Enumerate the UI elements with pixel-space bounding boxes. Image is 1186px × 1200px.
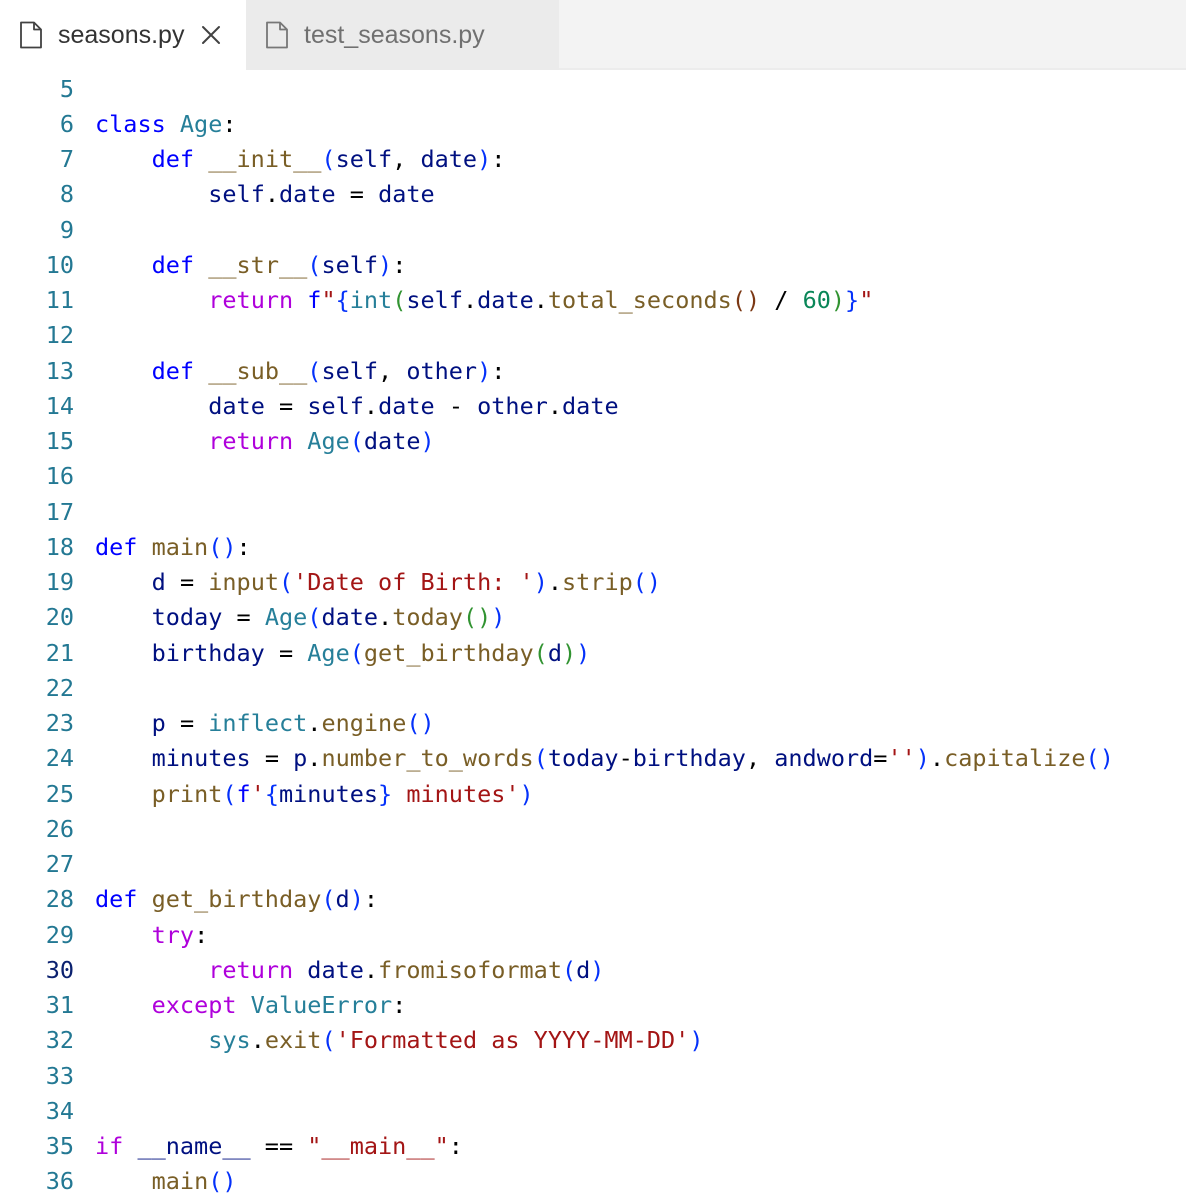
code-line[interactable]: 21 birthday = Age(get_birthday(d)) xyxy=(0,635,1186,670)
line-number: 19 xyxy=(45,568,74,597)
code-line[interactable]: 35 if __name__ == "__main__": xyxy=(0,1129,1186,1164)
line-number: 14 xyxy=(45,391,74,420)
code-line[interactable]: 19 d = input('Date of Birth: ').strip() xyxy=(0,565,1186,600)
code-text: p = inflect.engine() xyxy=(151,709,435,738)
code-text: def __str__(self): xyxy=(151,250,407,279)
code-text: try: xyxy=(151,920,209,949)
tab-test-seasons-py[interactable]: test_seasons.py xyxy=(246,0,559,70)
close-icon[interactable] xyxy=(200,24,222,46)
code-text: def get_birthday(d): xyxy=(95,885,379,914)
line-number: 27 xyxy=(45,850,74,879)
line-number: 15 xyxy=(45,427,74,456)
line-number: 16 xyxy=(45,462,74,491)
code-line[interactable]: 18 def main(): xyxy=(0,529,1186,564)
line-number: 22 xyxy=(45,673,74,702)
code-text: minutes = p.number_to_words(today-birthd… xyxy=(151,744,1114,773)
code-text: def __init__(self, date): xyxy=(151,145,506,174)
code-editor[interactable]: 5 6 class Age: 7 def __init__(self, date): 8… xyxy=(0,70,1186,1199)
code-line[interactable]: 31 except ValueError: xyxy=(0,988,1186,1023)
code-text: birthday = Age(get_birthday(d)) xyxy=(151,638,591,667)
code-line[interactable]: 16 xyxy=(0,459,1186,494)
code-text: d = input('Date of Birth: ').strip() xyxy=(151,568,662,597)
line-number: 9 xyxy=(59,215,74,244)
line-number: 17 xyxy=(45,497,74,526)
line-number: 35 xyxy=(45,1132,74,1161)
code-text: def main(): xyxy=(95,532,251,561)
code-line[interactable]: 20 today = Age(date.today()) xyxy=(0,600,1186,635)
code-line[interactable]: 7 def __init__(self, date): xyxy=(0,142,1186,177)
code-text: class Age: xyxy=(95,109,237,138)
code-text: def __sub__(self, other): xyxy=(151,356,506,385)
code-line[interactable]: 24 minutes = p.number_to_words(today-bir… xyxy=(0,741,1186,776)
code-line[interactable]: 26 xyxy=(0,811,1186,846)
code-line[interactable]: 36 main() xyxy=(0,1164,1186,1199)
line-number: 29 xyxy=(45,920,74,949)
line-number: 7 xyxy=(59,145,74,174)
line-number: 10 xyxy=(45,250,74,279)
tab-seasons-py[interactable]: seasons.py xyxy=(0,0,246,70)
code-line[interactable]: 9 xyxy=(0,212,1186,247)
line-number: 5 xyxy=(59,74,74,103)
line-number: 32 xyxy=(45,1026,74,1055)
line-number: 26 xyxy=(45,814,74,843)
code-text: return f"{int(self.date.total_seconds() … xyxy=(208,286,874,315)
code-line[interactable]: 13 def __sub__(self, other): xyxy=(0,353,1186,388)
code-text: return date.fromisoformat(d) xyxy=(208,955,605,984)
code-line[interactable]: 14 date = self.date - other.date xyxy=(0,388,1186,423)
code-text: print(f'{minutes} minutes') xyxy=(151,779,534,808)
code-text: except ValueError: xyxy=(151,991,407,1020)
line-number: 11 xyxy=(45,286,74,315)
code-line[interactable]: 33 xyxy=(0,1058,1186,1093)
code-line[interactable]: 29 try: xyxy=(0,917,1186,952)
line-number: 24 xyxy=(45,744,74,773)
line-number: 13 xyxy=(45,356,74,385)
line-number: 33 xyxy=(45,1061,74,1090)
code-line[interactable]: 30 return date.fromisoformat(d) xyxy=(0,952,1186,987)
code-line[interactable]: 32 sys.exit('Formatted as YYYY-MM-DD') xyxy=(0,1023,1186,1058)
code-line[interactable]: 17 xyxy=(0,494,1186,529)
line-number: 20 xyxy=(45,603,74,632)
tab-label: test_seasons.py xyxy=(304,20,485,49)
code-line[interactable]: 8 self.date = date xyxy=(0,177,1186,212)
code-text: sys.exit('Formatted as YYYY-MM-DD') xyxy=(208,1026,704,1055)
tab-label: seasons.py xyxy=(58,20,185,49)
code-line[interactable]: 15 return Age(date) xyxy=(0,424,1186,459)
code-line[interactable]: 10 def __str__(self): xyxy=(0,247,1186,282)
code-text: date = self.date - other.date xyxy=(208,391,619,420)
code-text: return Age(date) xyxy=(208,427,435,456)
line-number: 34 xyxy=(45,1096,74,1125)
file-icon xyxy=(20,21,42,49)
code-line[interactable]: 6 class Age: xyxy=(0,106,1186,141)
editor-tab-bar: seasons.py test_seasons.py xyxy=(0,0,1186,70)
line-number: 6 xyxy=(59,109,74,138)
line-number: 31 xyxy=(45,991,74,1020)
code-line[interactable]: 12 xyxy=(0,318,1186,353)
code-line[interactable]: 11 return f"{int(self.date.total_seconds… xyxy=(0,283,1186,318)
code-line[interactable]: 5 xyxy=(0,71,1186,106)
line-number: 12 xyxy=(45,321,74,350)
code-line[interactable]: 34 xyxy=(0,1093,1186,1128)
code-text: main() xyxy=(151,1167,237,1196)
code-line[interactable]: 25 print(f'{minutes} minutes') xyxy=(0,776,1186,811)
line-number: 25 xyxy=(45,779,74,808)
line-number: 23 xyxy=(45,709,74,738)
code-line[interactable]: 28 def get_birthday(d): xyxy=(0,882,1186,917)
code-line[interactable]: 27 xyxy=(0,847,1186,882)
line-number: 28 xyxy=(45,885,74,914)
line-number: 21 xyxy=(45,638,74,667)
line-number: 30 xyxy=(45,955,74,984)
file-icon xyxy=(266,21,288,49)
code-text: today = Age(date.today()) xyxy=(151,603,506,632)
code-line[interactable]: 23 p = inflect.engine() xyxy=(0,706,1186,741)
code-text: if __name__ == "__main__": xyxy=(95,1132,463,1161)
code-line[interactable]: 22 xyxy=(0,670,1186,705)
code-text: self.date = date xyxy=(208,180,435,209)
line-number: 8 xyxy=(59,180,74,209)
line-number: 18 xyxy=(45,532,74,561)
line-number: 36 xyxy=(45,1167,74,1196)
